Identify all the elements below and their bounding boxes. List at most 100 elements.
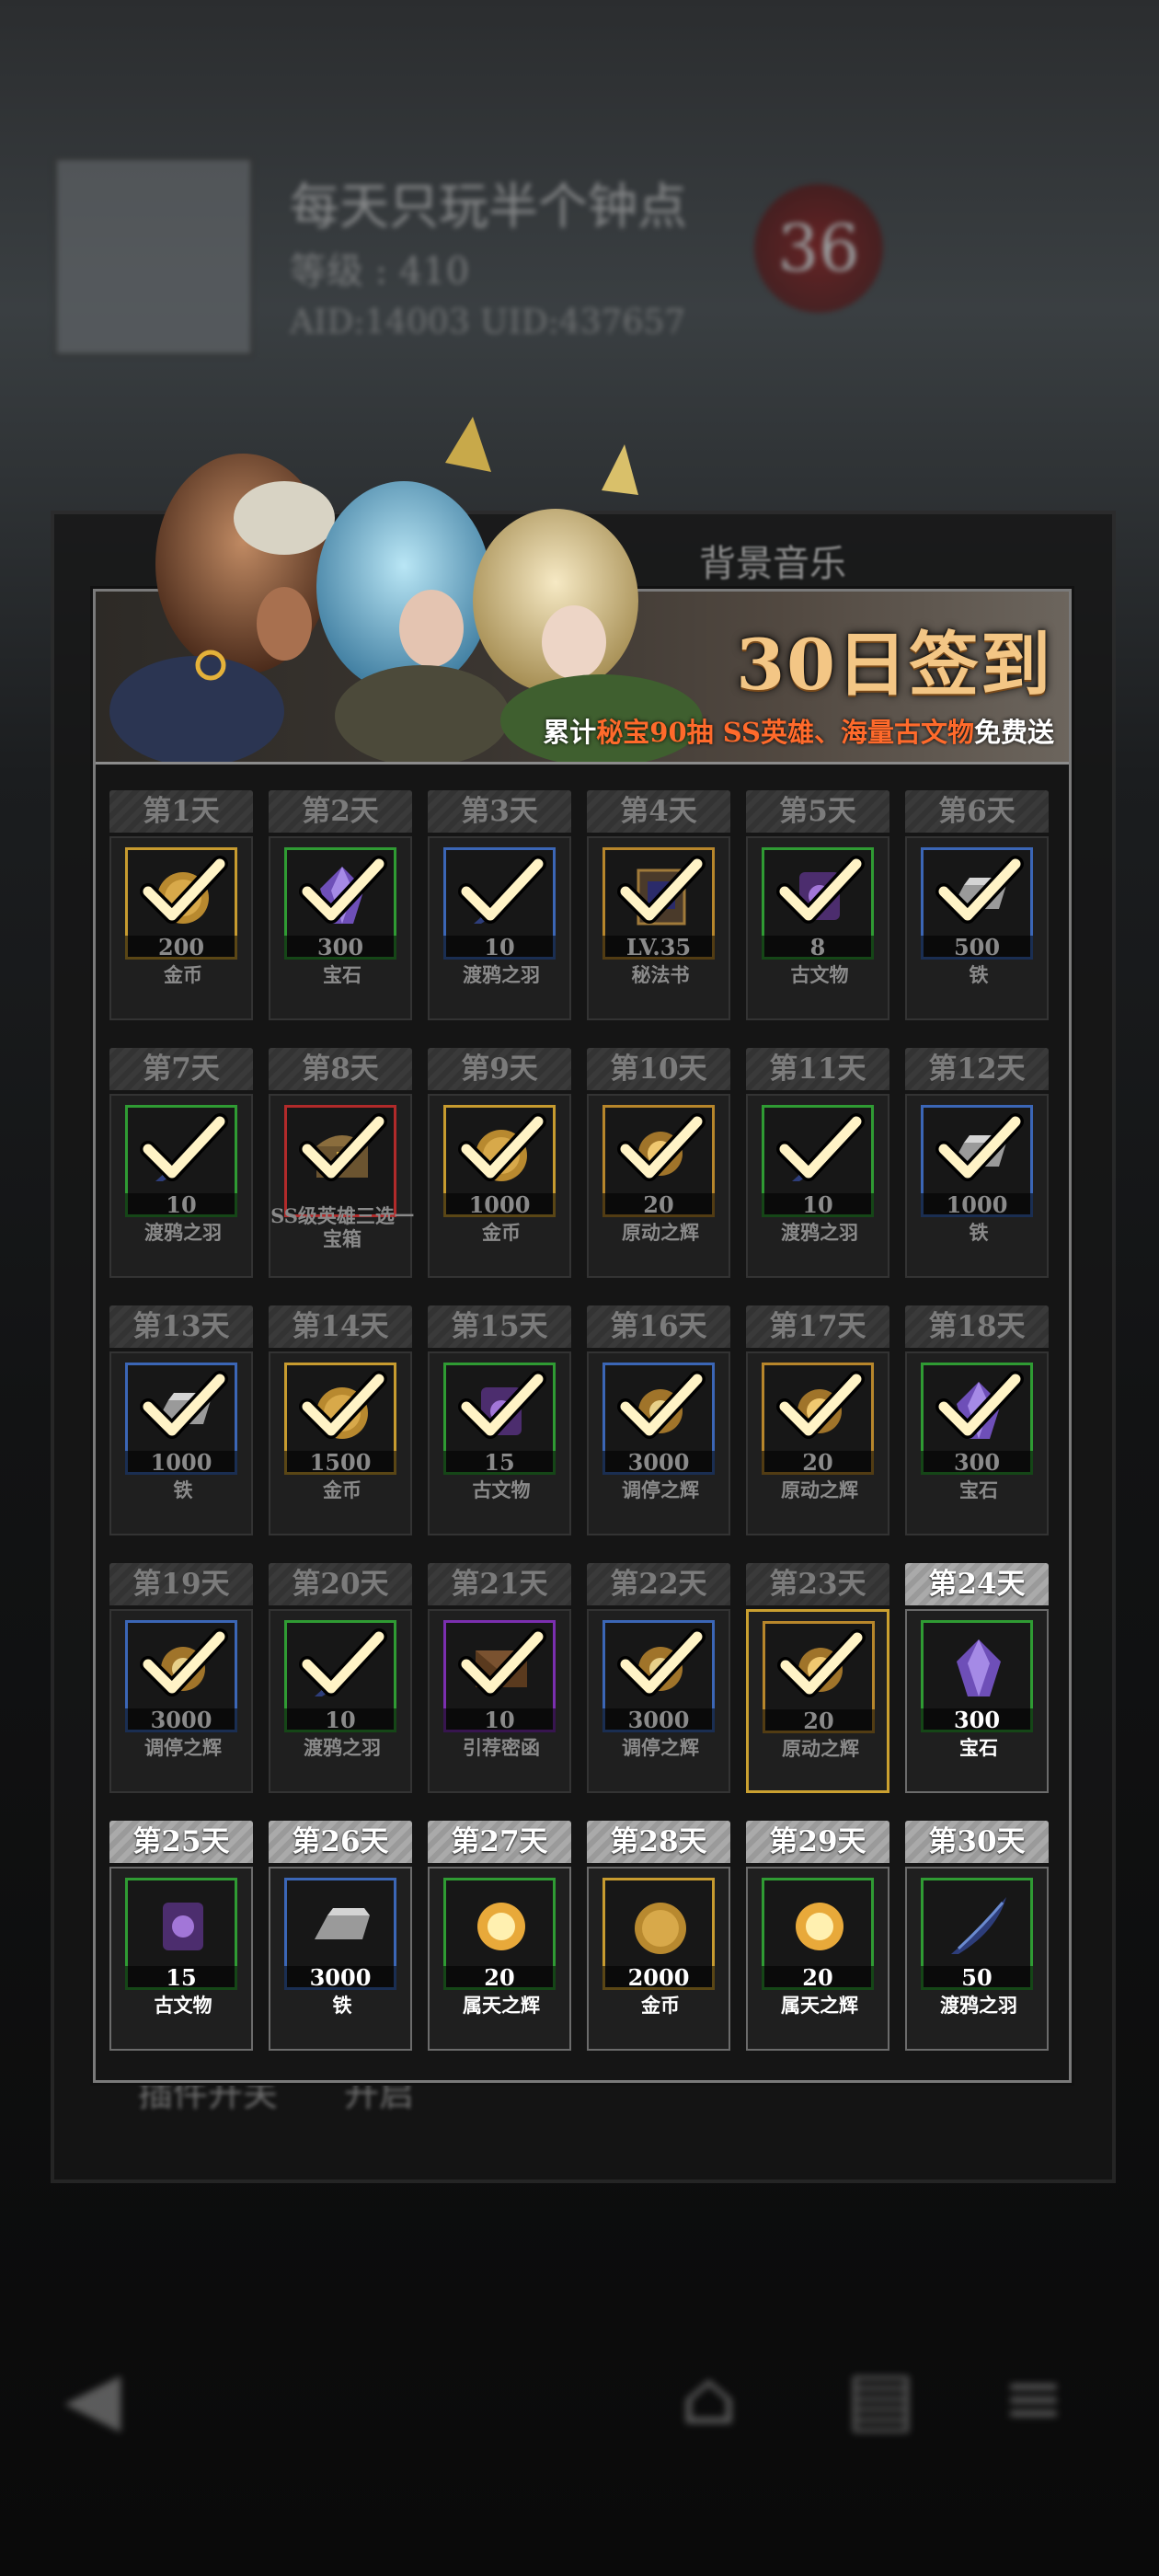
reward-card[interactable]: 15 古文物 <box>109 1867 253 2051</box>
reward-card[interactable]: 3000 铁 <box>269 1867 412 2051</box>
gem-icon <box>957 1639 1001 1696</box>
reward-card[interactable]: 50 渡鸦之羽 <box>905 1867 1049 2051</box>
back-icon: ◀ <box>64 2355 121 2441</box>
reward-quantity: 300 <box>921 1451 1033 1475</box>
day-label: 第1天 <box>109 790 253 833</box>
day-cell-4[interactable]: 第4天 LV.35 秘法书 <box>587 790 730 1020</box>
reward-card[interactable]: 3000 调停之辉 <box>587 1609 730 1793</box>
day-cell-16[interactable]: 第16天 3000 调停之辉 <box>587 1305 730 1535</box>
reward-card[interactable]: 500 铁 <box>905 836 1049 1020</box>
reward-card[interactable]: 300 宝石 <box>905 1351 1049 1535</box>
day-cell-5[interactable]: 第5天 8 古文物 <box>746 790 889 1020</box>
reward-card[interactable]: 20 属天之辉 <box>428 1867 571 2051</box>
day-cell-8[interactable]: 第8天 SS级英雄三选一宝箱 <box>269 1048 414 1278</box>
reward-quantity: LV.35 <box>602 936 715 960</box>
reward-quantity: 15 <box>443 1451 556 1475</box>
day-cell-1[interactable]: 第1天 200 金币 <box>109 790 253 1020</box>
day-cell-13[interactable]: 第13天 1000 铁 <box>109 1305 253 1535</box>
checkmark-icon <box>299 1628 387 1696</box>
day-cell-7[interactable]: 第7天 10 渡鸦之羽 <box>109 1048 253 1278</box>
signin-panel: 30日签到 累计秘宝90抽 SS英雄、海量古文物免费送 第1天 200 金币 第2天 3… <box>93 417 1072 2083</box>
reward-card[interactable]: 3000 调停之辉 <box>109 1609 253 1793</box>
day-cell-15[interactable]: 第15天 15 古文物 <box>428 1305 571 1535</box>
day-cell-17[interactable]: 第17天 20 原动之辉 <box>746 1305 889 1535</box>
reward-card[interactable]: 1000 铁 <box>905 1094 1049 1278</box>
day-cell-27[interactable]: 第27天 20 属天之辉 <box>428 1821 571 2051</box>
checkmark-icon <box>299 1371 387 1439</box>
reward-name: 金币 <box>323 1478 361 1501</box>
day-label: 第27天 <box>428 1821 571 1863</box>
day-cell-20[interactable]: 第20天 10 渡鸦之羽 <box>269 1563 412 1793</box>
day-cell-25[interactable]: 第25天 15 古文物 <box>109 1821 253 2051</box>
reward-name: SS级英雄三选一宝箱 <box>270 1204 414 1250</box>
reward-card[interactable]: 1000 铁 <box>109 1351 253 1535</box>
celestial-radiance-icon <box>796 1903 843 1950</box>
day-cell-26[interactable]: 第26天 3000 铁 <box>269 1821 412 2051</box>
reward-card[interactable]: 200 金币 <box>109 836 253 1020</box>
day-label: 第28天 <box>587 1821 730 1863</box>
reward-name: 渡鸦之羽 <box>463 963 540 986</box>
reward-name: 渡鸦之羽 <box>781 1221 858 1244</box>
day-cell-3[interactable]: 第3天 10 渡鸦之羽 <box>428 790 571 1020</box>
day-cell-12[interactable]: 第12天 1000 铁 <box>905 1048 1049 1278</box>
day-cell-21[interactable]: 第21天 10 引荐密函 <box>428 1563 571 1793</box>
checkmark-icon <box>140 1628 228 1696</box>
reward-name: 铁 <box>173 1478 193 1501</box>
reward-card[interactable]: 10 渡鸦之羽 <box>109 1094 253 1278</box>
reward-name: 古文物 <box>790 963 849 986</box>
reward-card[interactable]: 10 渡鸦之羽 <box>428 836 571 1020</box>
reward-card[interactable]: 15 古文物 <box>428 1351 571 1535</box>
reward-card[interactable]: 300 宝石 <box>269 836 412 1020</box>
day-label: 第29天 <box>746 1821 889 1863</box>
day-cell-24[interactable]: 第24天 300 宝石 <box>905 1563 1049 1793</box>
reward-card[interactable]: LV.35 秘法书 <box>587 836 730 1020</box>
day-cell-22[interactable]: 第22天 3000 调停之辉 <box>587 1563 730 1793</box>
reward-quantity: 300 <box>921 1708 1033 1732</box>
reward-quantity: 3000 <box>125 1708 237 1732</box>
day-cell-30[interactable]: 第30天 50 渡鸦之羽 <box>905 1821 1049 2051</box>
reward-card[interactable]: 20 原动之辉 <box>746 1609 889 1793</box>
day-cell-11[interactable]: 第11天 10 渡鸦之羽 <box>746 1048 889 1278</box>
reward-card[interactable]: 3000 调停之辉 <box>587 1351 730 1535</box>
level-badge: 36 <box>754 184 883 313</box>
reward-name: 属天之辉 <box>463 1994 540 2017</box>
avatar <box>53 156 254 357</box>
day-cell-2[interactable]: 第2天 300 宝石 <box>269 790 412 1020</box>
day-label: 第17天 <box>746 1305 889 1348</box>
reward-card[interactable]: 8 古文物 <box>746 836 889 1020</box>
reward-card[interactable]: 10 引荐密函 <box>428 1609 571 1793</box>
reward-name: 调停之辉 <box>622 1478 699 1501</box>
reward-card[interactable]: 1500 金币 <box>269 1351 412 1535</box>
reward-card[interactable]: 20 原动之辉 <box>746 1351 889 1535</box>
day-cell-10[interactable]: 第10天 20 原动之辉 <box>587 1048 730 1278</box>
day-cell-28[interactable]: 第28天 2000 金币 <box>587 1821 730 2051</box>
reward-name: 金币 <box>164 963 202 986</box>
reward-quantity: 10 <box>443 1708 556 1732</box>
reward-card[interactable]: 2000 金币 <box>587 1867 730 2051</box>
day-label: 第23天 <box>746 1563 889 1605</box>
day-cell-29[interactable]: 第29天 20 属天之辉 <box>746 1821 889 2051</box>
day-cell-14[interactable]: 第14天 1500 金币 <box>269 1305 412 1535</box>
reward-card[interactable]: 10 渡鸦之羽 <box>746 1094 889 1278</box>
reward-card[interactable]: 10 渡鸦之羽 <box>269 1609 412 1793</box>
checkmark-icon <box>776 856 865 924</box>
reward-card[interactable]: 1000 金币 <box>428 1094 571 1278</box>
reward-card[interactable]: 20 原动之辉 <box>587 1094 730 1278</box>
reward-card[interactable]: SS级英雄三选一宝箱 <box>269 1094 414 1278</box>
reward-name: 古文物 <box>472 1478 531 1501</box>
day-label: 第15天 <box>428 1305 571 1348</box>
day-cell-23[interactable]: 第23天 20 原动之辉 <box>746 1563 889 1793</box>
reward-card[interactable]: 300 宝石 <box>905 1609 1049 1793</box>
checkmark-icon <box>458 1628 546 1696</box>
day-cell-18[interactable]: 第18天 300 宝石 <box>905 1305 1049 1535</box>
day-cell-9[interactable]: 第9天 1000 金币 <box>428 1048 571 1278</box>
reward-quantity: 10 <box>443 936 556 960</box>
coin-icon <box>635 1903 686 1954</box>
checkmark-icon <box>776 1113 865 1181</box>
day-cell-19[interactable]: 第19天 3000 调停之辉 <box>109 1563 253 1793</box>
checkmark-icon <box>617 856 706 924</box>
signin-banner: 30日签到 累计秘宝90抽 SS英雄、海量古文物免费送 <box>96 417 1069 765</box>
day-label: 第22天 <box>587 1563 730 1605</box>
day-cell-6[interactable]: 第6天 500 铁 <box>905 790 1049 1020</box>
reward-card[interactable]: 20 属天之辉 <box>746 1867 889 2051</box>
